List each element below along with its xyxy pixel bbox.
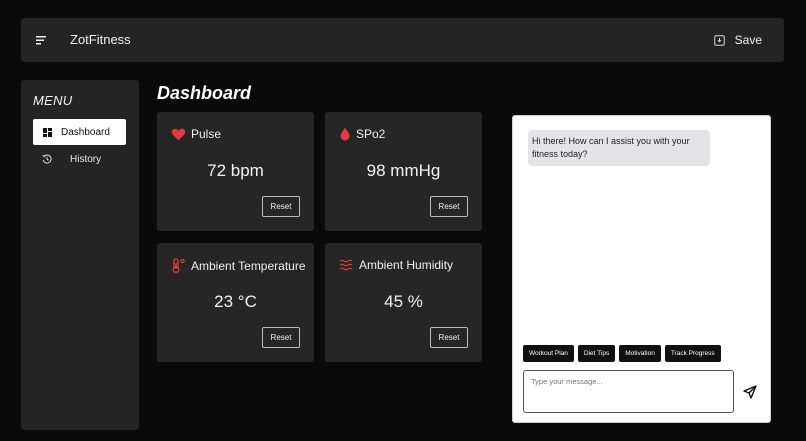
heart-icon bbox=[171, 128, 186, 140]
spo2-card: SPo2 98 mmHg Reset bbox=[325, 112, 482, 231]
top-bar: ZotFitness Save bbox=[21, 18, 784, 62]
humidity-reset-button[interactable]: Reset bbox=[430, 327, 468, 348]
droplet-icon bbox=[340, 127, 350, 141]
chat-bot-message: Hi there! How can I assist you with your… bbox=[528, 130, 710, 166]
humidity-value: 45 % bbox=[384, 292, 423, 311]
thermometer-icon bbox=[172, 258, 185, 273]
pulse-value: 72 bpm bbox=[207, 161, 264, 180]
card-label: SPo2 bbox=[356, 127, 386, 141]
sidebar-item-label: Dashboard bbox=[61, 126, 110, 138]
sidebar-item-history[interactable]: History bbox=[33, 146, 126, 172]
pulse-reset-button[interactable]: Reset bbox=[262, 196, 300, 217]
quick-reply-motivation[interactable]: Motivation bbox=[619, 345, 661, 362]
quick-reply-workout-plan[interactable]: Workout Plan bbox=[523, 345, 574, 362]
temperature-value: 23 °C bbox=[214, 292, 257, 311]
app-title: ZotFitness bbox=[70, 32, 131, 47]
send-icon bbox=[743, 385, 757, 399]
dashboard-icon bbox=[43, 127, 52, 137]
send-button[interactable] bbox=[743, 385, 757, 399]
sidebar-item-dashboard[interactable]: Dashboard bbox=[33, 119, 126, 145]
card-label: Ambient Humidity bbox=[359, 258, 454, 272]
hamburger-menu-button[interactable] bbox=[33, 31, 51, 49]
history-icon bbox=[42, 154, 52, 164]
sidebar-item-label: History bbox=[70, 153, 102, 165]
card-label: Ambient Temperature bbox=[191, 258, 306, 273]
chat-panel: Hi there! How can I assist you with your… bbox=[512, 115, 771, 423]
quick-reply-diet-tips[interactable]: Diet Tips bbox=[577, 345, 616, 362]
save-icon bbox=[713, 34, 725, 46]
temperature-reset-button[interactable]: Reset bbox=[262, 327, 300, 348]
card-label: Pulse bbox=[191, 127, 222, 141]
page-title: Dashboard bbox=[157, 83, 252, 103]
menu-title: MENU bbox=[33, 93, 73, 108]
spo2-reset-button[interactable]: Reset bbox=[430, 196, 468, 217]
humidity-icon bbox=[339, 259, 353, 271]
sidebar: MENU Dashboard History bbox=[21, 80, 139, 430]
pulse-card: Pulse 72 bpm Reset bbox=[157, 112, 314, 231]
chat-message-input[interactable] bbox=[523, 370, 734, 413]
save-button[interactable]: Save bbox=[713, 30, 762, 50]
quick-reply-track-progress[interactable]: Track Progress bbox=[664, 345, 721, 362]
spo2-value: 98 mmHg bbox=[366, 161, 441, 180]
save-label: Save bbox=[734, 33, 762, 47]
hamburger-icon bbox=[36, 36, 46, 45]
quick-replies: Workout Plan Diet Tips Motivation Track … bbox=[523, 345, 721, 362]
temperature-card: Ambient Temperature 23 °C Reset bbox=[157, 243, 314, 362]
humidity-card: Ambient Humidity 45 % Reset bbox=[325, 243, 482, 362]
